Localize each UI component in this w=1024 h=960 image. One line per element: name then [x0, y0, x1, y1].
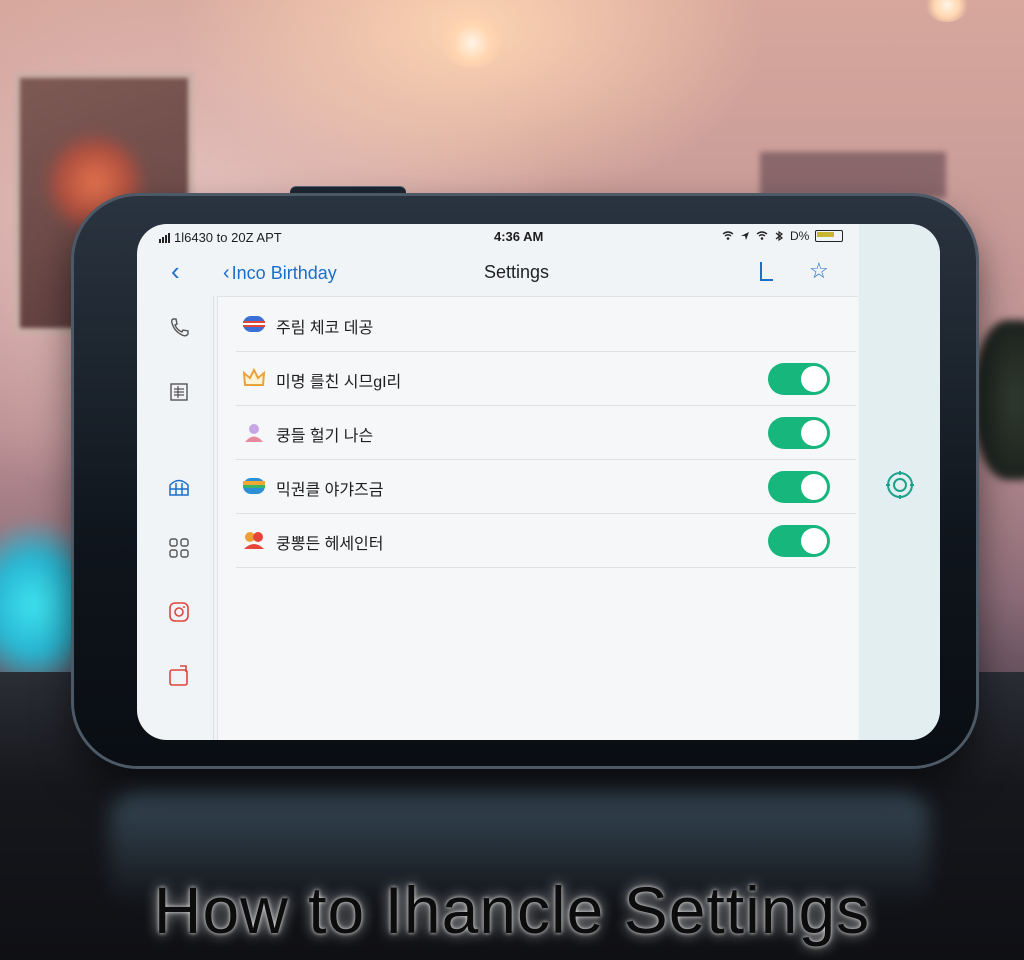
- sidebar: [137, 296, 214, 740]
- building-icon[interactable]: [167, 474, 191, 498]
- right-panel: [859, 224, 940, 740]
- toggle-switch[interactable]: [768, 417, 830, 449]
- caption-title: How to Ihancle Settings: [153, 873, 871, 947]
- star-icon[interactable]: ☆: [809, 258, 829, 284]
- toggle-switch[interactable]: [768, 471, 830, 503]
- crown-icon: [242, 367, 266, 386]
- ceiling-light: [440, 18, 504, 68]
- list-item[interactable]: 쿵뽕든 헤세인터: [236, 513, 856, 568]
- edit-icon[interactable]: [757, 260, 777, 284]
- phone-icon[interactable]: [167, 316, 191, 340]
- setting-label: 믹권클 야갸즈금: [276, 482, 384, 499]
- list-item[interactable]: 주림 체코 데공: [236, 297, 856, 352]
- bluetooth-icon: [775, 231, 784, 241]
- avatar-icon: [245, 424, 263, 442]
- setting-label: 미명 를친 시므gI리: [276, 374, 402, 391]
- wifi-icon: [722, 231, 734, 240]
- signal-icon: [159, 232, 170, 243]
- people-icon: [244, 532, 264, 549]
- page-title: Settings: [484, 262, 550, 282]
- target-icon[interactable]: [885, 470, 915, 500]
- list-item[interactable]: 미명 를친 시므gI리: [236, 351, 856, 406]
- camera-icon[interactable]: [167, 600, 191, 624]
- share-icon[interactable]: [167, 664, 191, 688]
- battery-icon: [815, 230, 844, 242]
- toggle-switch[interactable]: [768, 525, 830, 557]
- setting-label: 쿵뽕든 헤세인터: [276, 536, 384, 553]
- wall-picture-frame-right: [760, 152, 946, 198]
- status-bar: 1l6430 to 20Z APT 4:36 AM D%: [137, 224, 940, 250]
- setting-label: 쿵들 헐기 나슨: [276, 428, 374, 445]
- back-button[interactable]: ‹ Inco Birthday: [223, 262, 337, 285]
- status-left-text: 1l6430 to 20Z APT: [174, 230, 282, 245]
- back-button-label: Inco Birthday: [231, 263, 337, 283]
- chevron-left-icon: ‹: [223, 262, 230, 284]
- location-icon: [741, 232, 749, 240]
- rainbow-icon: [243, 478, 265, 494]
- toggle-switch[interactable]: [768, 363, 830, 395]
- phone-screen: 1l6430 to 20Z APT 4:36 AM D% ‹ ‹ Inco Bir…: [137, 224, 940, 740]
- nav-bar: ‹ ‹ Inco Birthday Settings ☆: [137, 250, 859, 296]
- list-item[interactable]: 쿵들 헐기 나슨: [236, 405, 856, 460]
- list-icon[interactable]: [167, 380, 191, 404]
- status-time: 4:36 AM: [494, 229, 544, 244]
- settings-list: 주림 체코 데공 미명 를친 시므gI리 쿵들 헐기 나슨 믹권클 야갸즈금 쿵…: [217, 296, 858, 740]
- plant: [975, 320, 1024, 480]
- wifi-icon-2: [756, 231, 768, 240]
- grid-icon[interactable]: [167, 536, 191, 560]
- list-item[interactable]: 믹권클 야갸즈금: [236, 459, 856, 514]
- battery-percent: D%: [790, 229, 810, 243]
- flag-icon: [243, 316, 265, 332]
- setting-label: 주림 체코 데공: [276, 320, 374, 337]
- back-arrow-icon[interactable]: ‹: [171, 258, 180, 284]
